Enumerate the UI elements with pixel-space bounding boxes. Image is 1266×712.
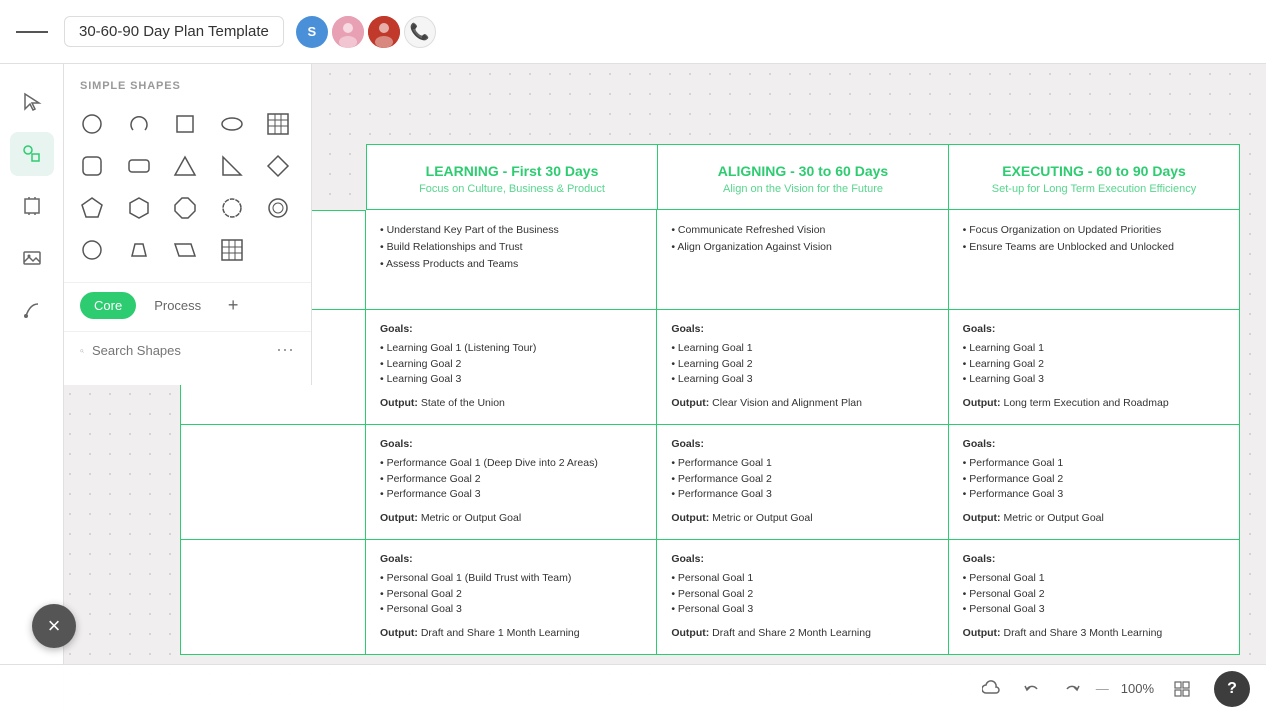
tab-process[interactable]: Process [140,292,215,319]
shape-rounded-square[interactable] [72,146,112,186]
goals-1-cells: Goals: • Learning Goal 1 (Listening Tour… [366,310,1240,425]
avatar-r[interactable] [368,16,400,48]
goals-3-cell-1[interactable]: Goals: • Personal Goal 1• Personal Goal … [657,540,948,655]
header: 30-60-90 Day Plan Template S 📞 [0,0,1266,64]
shape-circle-outline[interactable] [258,188,298,228]
shapes-search-bar: ⋯ [64,331,311,369]
tab-core[interactable]: Core [80,292,136,319]
shape-arc[interactable] [119,104,159,144]
priorities-cells: • Understand Key Part of the Business• B… [366,210,1240,310]
goals-1-cell-1[interactable]: Goals: • Learning Goal 1• Learning Goal … [657,310,948,425]
row-header-goals-2 [180,425,366,540]
shape-trapezoid[interactable] [119,230,159,270]
undo-button[interactable] [1016,673,1048,705]
search-shapes-input[interactable] [92,343,268,358]
fab-close[interactable]: × [32,604,76,648]
col-title-0: LEARNING - First 30 Days [383,163,641,179]
collaborators: S 📞 [296,16,436,48]
toolbar-draw[interactable] [10,288,54,332]
shape-hexagon[interactable] [119,188,159,228]
shape-grid[interactable] [212,230,252,270]
shape-ellipse[interactable] [212,104,252,144]
redo-button[interactable] [1056,673,1088,705]
priorities-cell-1[interactable]: • Communicate Refreshed Vision• Align Or… [657,210,948,310]
col-header-2: EXECUTING - 60 to 90 Days Set-up for Lon… [949,144,1240,210]
shape-tabs: Core Process + [64,282,311,327]
zoom-level: 100% [1121,681,1154,696]
goals-1-cell-0[interactable]: Goals: • Learning Goal 1 (Listening Tour… [366,310,657,425]
toolbar-cursor[interactable] [10,80,54,124]
shape-circle[interactable] [72,104,112,144]
goals-2-cell-2[interactable]: Goals: • Performance Goal 1• Performance… [949,425,1240,540]
document-title[interactable]: 30-60-90 Day Plan Template [64,16,284,47]
shape-dodecagon[interactable] [212,188,252,228]
toolbar-frame[interactable] [10,184,54,228]
shape-table[interactable] [258,104,298,144]
row-goals-1: Goals: • Learning Goal 1 (Listening Tour… [180,310,1240,425]
goals-2-cell-0[interactable]: Goals: • Performance Goal 1 (Deep Dive i… [366,425,657,540]
shapes-grid [64,100,311,274]
grid-toggle[interactable] [1166,673,1198,705]
priorities-cell-2[interactable]: • Focus Organization on Updated Prioriti… [949,210,1240,310]
col-header-1: ALIGNING - 30 to 60 Days Align on the Vi… [658,144,949,210]
shape-pentagon[interactable] [72,188,112,228]
cloud-icon[interactable] [976,673,1008,705]
avatar-a[interactable] [332,16,364,48]
col-title-1: ALIGNING - 30 to 60 Days [674,163,932,179]
goals-2-cell-1[interactable]: Goals: • Performance Goal 1• Performance… [657,425,948,540]
call-button[interactable]: 📞 [404,16,436,48]
shape-octagon[interactable] [165,188,205,228]
shape-diamond[interactable] [258,146,298,186]
priorities-cell-0[interactable]: • Understand Key Part of the Business• B… [366,210,657,310]
search-options-button[interactable]: ⋯ [276,340,295,361]
shape-circle-sm[interactable] [72,230,112,270]
bottom-toolbar: — 100% ? [0,664,1266,712]
goals-3-cells: Goals: • Personal Goal 1 (Build Trust wi… [366,540,1240,655]
search-icon [80,343,84,359]
col-title-2: EXECUTING - 60 to 90 Days [965,163,1223,179]
col-subtitle-1: Align on the Vision for the Future [674,183,932,195]
row-goals-2: Goals: • Performance Goal 1 (Deep Dive i… [180,425,1240,540]
shape-right-triangle[interactable] [212,146,252,186]
row-goals-3: Goals: • Personal Goal 1 (Build Trust wi… [180,540,1240,655]
add-tab-button[interactable]: + [219,291,247,319]
column-headers: LEARNING - First 30 Days Focus on Cultur… [366,144,1240,210]
toolbar-image[interactable] [10,236,54,280]
goals-1-cell-2[interactable]: Goals: • Learning Goal 1• Learning Goal … [949,310,1240,425]
zoom-separator: — [1096,681,1109,696]
toolbar-shapes[interactable] [10,132,54,176]
avatar-s[interactable]: S [296,16,328,48]
shape-parallelogram[interactable] [165,230,205,270]
shape-triangle[interactable] [165,146,205,186]
help-button[interactable]: ? [1214,671,1250,707]
row-header-goals-3 [180,540,366,655]
goals-2-cells: Goals: • Performance Goal 1 (Deep Dive i… [366,425,1240,540]
col-subtitle-0: Focus on Culture, Business & Product [383,183,641,195]
shape-empty [258,230,298,270]
shapes-panel: SIMPLE SHAPES [64,64,312,385]
goals-3-cell-2[interactable]: Goals: • Personal Goal 1• Personal Goal … [949,540,1240,655]
shape-rounded-rect[interactable] [119,146,159,186]
menu-button[interactable] [16,16,48,48]
board: LEARNING - First 30 Days Focus on Cultur… [180,144,1240,655]
shapes-panel-title: SIMPLE SHAPES [64,64,311,100]
row-priorities: Priorities • Understand Key Part of the … [180,210,1240,310]
col-subtitle-2: Set-up for Long Term Execution Efficienc… [965,183,1223,195]
shape-square[interactable] [165,104,205,144]
col-header-0: LEARNING - First 30 Days Focus on Cultur… [366,144,658,210]
goals-3-cell-0[interactable]: Goals: • Personal Goal 1 (Build Trust wi… [366,540,657,655]
